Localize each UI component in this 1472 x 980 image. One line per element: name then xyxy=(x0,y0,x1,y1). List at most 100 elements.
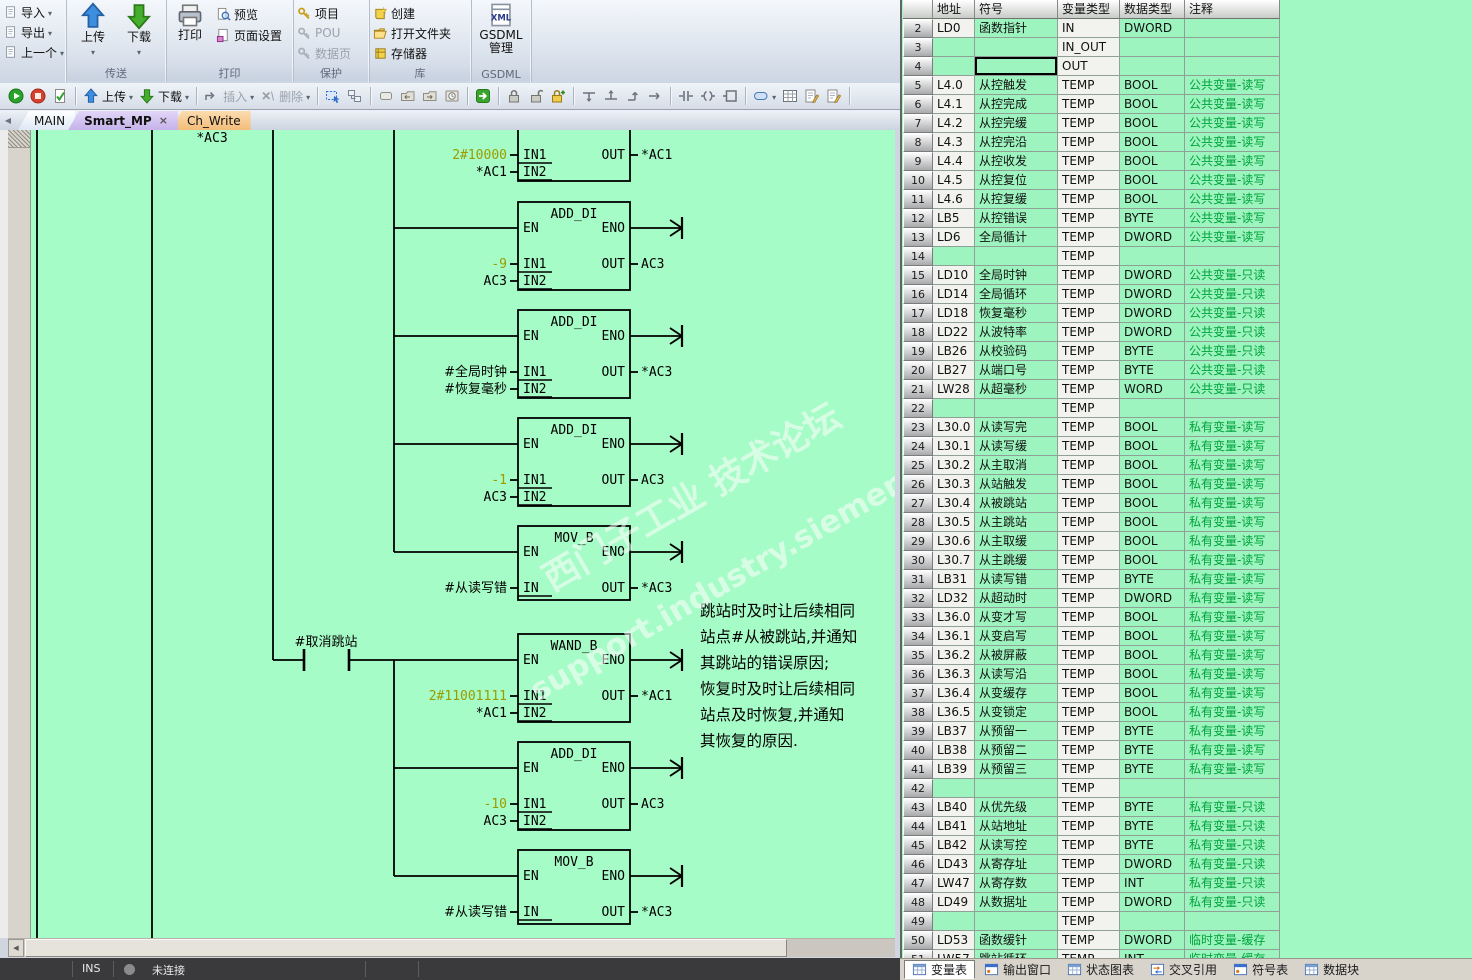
library-memory-button[interactable]: 存储器 xyxy=(371,44,429,62)
var-type-cell[interactable]: TEMP xyxy=(1058,874,1120,893)
symbol-cell[interactable]: 函数指针 xyxy=(975,19,1058,38)
row-number-button[interactable]: 8 xyxy=(903,133,933,152)
symbol-cell[interactable]: 从波特率 xyxy=(975,323,1058,342)
row-number-button[interactable]: 35 xyxy=(903,646,933,665)
address-cell[interactable]: L30.6 xyxy=(933,532,975,551)
data-type-cell[interactable]: DWORD xyxy=(1120,589,1185,608)
row-number-button[interactable]: 6 xyxy=(903,95,933,114)
address-cell[interactable]: LD14 xyxy=(933,285,975,304)
symbol-cell[interactable]: 从主跳站 xyxy=(975,513,1058,532)
insert-button[interactable]: 插入 xyxy=(201,85,257,107)
ladder-block-add_di[interactable]: ADD_DI EN ENO IN1 #全局时钟 IN2 #恢复毫秒 OUT *AC3 xyxy=(444,309,684,399)
address-cell[interactable]: L4.6 xyxy=(933,190,975,209)
data-type-cell[interactable]: INT xyxy=(1120,950,1185,958)
delete-button[interactable]: 删除 xyxy=(257,85,313,107)
address-cell[interactable] xyxy=(933,779,975,798)
comment-cell[interactable]: 私有变量-读写 xyxy=(1185,627,1280,646)
shape-button[interactable] xyxy=(375,85,397,107)
symbol-cell[interactable]: 从被屏蔽 xyxy=(975,646,1058,665)
symbol-cell[interactable]: 从预留三 xyxy=(975,760,1058,779)
comment-cell[interactable]: 私有变量-只读 xyxy=(1185,798,1280,817)
var-type-cell[interactable]: TEMP xyxy=(1058,836,1120,855)
data-type-cell[interactable]: BYTE xyxy=(1120,760,1185,779)
symbol-cell[interactable]: 从主跳缓 xyxy=(975,551,1058,570)
tab-ch-write[interactable]: Ch_Write xyxy=(170,111,251,130)
data-type-cell[interactable]: BYTE xyxy=(1120,570,1185,589)
row-number-button[interactable]: 14 xyxy=(903,247,933,266)
previous-button[interactable]: 上一个 xyxy=(2,43,66,61)
row-number-button[interactable]: 29 xyxy=(903,532,933,551)
row-number-button[interactable]: 3 xyxy=(903,38,933,57)
branch-down-button[interactable] xyxy=(578,85,600,107)
var-type-cell[interactable]: TEMP xyxy=(1058,494,1120,513)
data-type-cell[interactable]: BOOL xyxy=(1120,551,1185,570)
comment-cell[interactable]: 私有变量-读写 xyxy=(1185,513,1280,532)
comment-cell[interactable] xyxy=(1185,399,1280,418)
symbol-cell[interactable]: 跳站循环 xyxy=(975,950,1058,958)
data-type-cell[interactable]: BOOL xyxy=(1120,171,1185,190)
address-cell[interactable]: LD43 xyxy=(933,855,975,874)
address-cell[interactable]: LB26 xyxy=(933,342,975,361)
library-create-button[interactable]: 创建 xyxy=(371,4,417,22)
row-number-button[interactable]: 37 xyxy=(903,684,933,703)
symbol-cell[interactable]: 从寄存址 xyxy=(975,855,1058,874)
var-type-cell[interactable]: TEMP xyxy=(1058,342,1120,361)
address-cell[interactable]: L30.7 xyxy=(933,551,975,570)
symbol-cell[interactable]: 从控触发 xyxy=(975,76,1058,95)
row-number-button[interactable]: 50 xyxy=(903,931,933,950)
symbol-cell[interactable]: 从校验码 xyxy=(975,342,1058,361)
var-type-cell[interactable]: TEMP xyxy=(1058,399,1120,418)
symbol-cell[interactable]: 从主取消 xyxy=(975,456,1058,475)
row-number-button[interactable]: 7 xyxy=(903,114,933,133)
symbol-cell[interactable]: 全局循环 xyxy=(975,285,1058,304)
address-cell[interactable]: L30.3 xyxy=(933,475,975,494)
comment-cell[interactable] xyxy=(1185,912,1280,931)
horizontal-scrollbar[interactable] xyxy=(8,938,895,957)
address-cell[interactable]: L4.3 xyxy=(933,133,975,152)
row-number-button[interactable]: 32 xyxy=(903,589,933,608)
data-type-cell[interactable]: BYTE xyxy=(1120,798,1185,817)
address-cell[interactable]: L36.0 xyxy=(933,608,975,627)
row-number-button[interactable]: 31 xyxy=(903,570,933,589)
var-type-cell[interactable]: TEMP xyxy=(1058,950,1120,958)
contact-button[interactable] xyxy=(675,85,697,107)
symbol-cell[interactable]: 从读写错 xyxy=(975,570,1058,589)
line-up-button[interactable] xyxy=(622,85,644,107)
address-cell[interactable]: LD10 xyxy=(933,266,975,285)
comment-cell[interactable]: 私有变量-只读 xyxy=(1185,836,1280,855)
row-number-button[interactable]: 27 xyxy=(903,494,933,513)
var-type-cell[interactable]: TEMP xyxy=(1058,646,1120,665)
address-cell[interactable]: LB31 xyxy=(933,570,975,589)
tab-scroll-left-button[interactable] xyxy=(0,111,16,130)
address-button[interactable] xyxy=(750,85,779,107)
variable-table[interactable]: 地址 符号 变量类型 数据类型 注释 2 LD0 函数指针 IN DWORD 3 IN_OUT 4 OUT… xyxy=(903,0,1472,958)
row-number-button[interactable]: 28 xyxy=(903,513,933,532)
var-type-cell[interactable]: TEMP xyxy=(1058,228,1120,247)
data-type-cell[interactable]: BOOL xyxy=(1120,532,1185,551)
data-type-cell[interactable]: BOOL xyxy=(1120,76,1185,95)
comment-cell[interactable]: 公共变量-只读 xyxy=(1185,285,1280,304)
lock-button[interactable] xyxy=(503,85,525,107)
comment-cell[interactable]: 公共变量-只读 xyxy=(1185,361,1280,380)
comment-cell[interactable]: 公共变量-读写 xyxy=(1185,190,1280,209)
symbol-cell[interactable]: 从被跳站 xyxy=(975,494,1058,513)
view-tab-数据块[interactable]: 数据块 xyxy=(1297,960,1366,979)
row-number-button[interactable]: 34 xyxy=(903,627,933,646)
symbol-cell[interactable] xyxy=(975,779,1058,798)
data-type-cell[interactable]: WORD xyxy=(1120,380,1185,399)
address-cell[interactable]: L30.1 xyxy=(933,437,975,456)
symbol-cell[interactable]: 从端口号 xyxy=(975,361,1058,380)
address-cell[interactable]: LD6 xyxy=(933,228,975,247)
table-header-cell[interactable]: 地址 xyxy=(933,0,975,19)
address-cell[interactable]: LD32 xyxy=(933,589,975,608)
gsdml-manage-button[interactable]: XML GSDML 管理 xyxy=(479,2,523,64)
download-button[interactable]: 下载 xyxy=(136,85,192,107)
var-type-cell[interactable]: TEMP xyxy=(1058,361,1120,380)
compile-button[interactable] xyxy=(49,85,71,107)
address-cell[interactable]: L4.1 xyxy=(933,95,975,114)
row-number-button[interactable]: 2 xyxy=(903,19,933,38)
symbol-cell[interactable]: 函数缓针 xyxy=(975,931,1058,950)
row-number-button[interactable]: 17 xyxy=(903,304,933,323)
row-number-button[interactable]: 45 xyxy=(903,836,933,855)
view-tab-符号表[interactable]: 符号表 xyxy=(1226,960,1295,979)
